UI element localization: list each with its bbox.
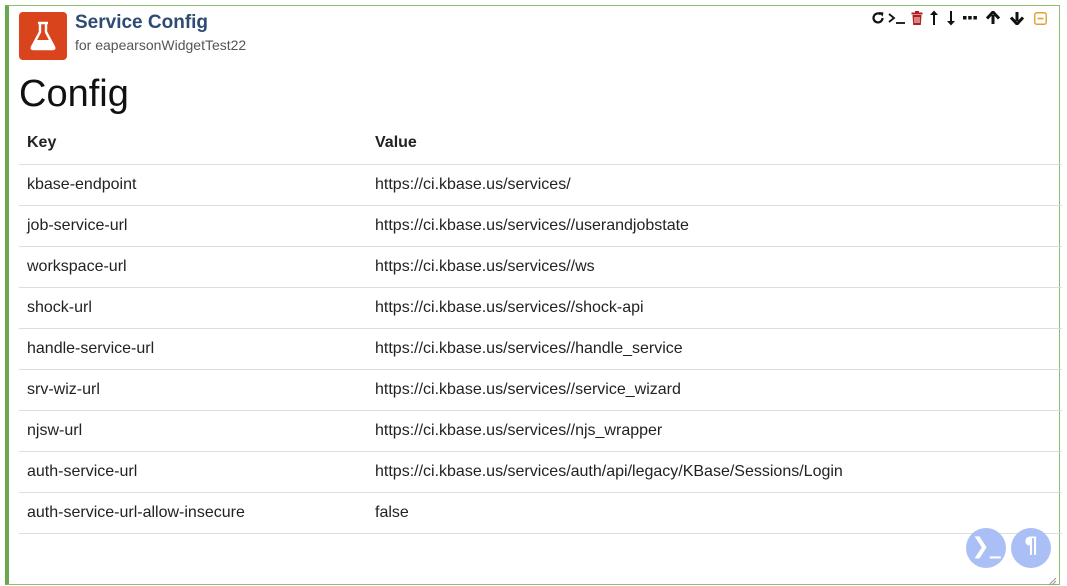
- table-row: job-service-url https://ci.kbase.us/serv…: [19, 205, 1062, 247]
- cell-title: Service Config: [75, 12, 209, 33]
- config-key: shock-url: [19, 287, 367, 329]
- table-row: auth-service-url-allow-insecure false: [19, 492, 1062, 534]
- config-value: https://ci.kbase.us/services//handle_ser…: [367, 328, 1062, 370]
- config-table: Key Value kbase-endpoint https://ci.kbas…: [19, 123, 1062, 534]
- config-key: kbase-endpoint: [19, 164, 367, 206]
- config-key: job-service-url: [19, 205, 367, 247]
- cell-toolbar: [869, 8, 1051, 28]
- config-key: workspace-url: [19, 246, 367, 288]
- table-row: workspace-url https://ci.kbase.us/servic…: [19, 246, 1062, 288]
- more-options-button[interactable]: [959, 8, 981, 28]
- column-header-key: Key: [19, 123, 367, 165]
- app-cell: Service Config for eapearsonWidgetTest22: [5, 5, 1062, 586]
- table-row: shock-url https://ci.kbase.us/services//…: [19, 287, 1062, 329]
- flask-icon: [30, 21, 56, 51]
- ellipsis-icon: [963, 16, 977, 20]
- move-up-icon: [929, 10, 938, 25]
- table-row: srv-wiz-url https://ci.kbase.us/services…: [19, 369, 1062, 411]
- app-icon: [19, 12, 67, 60]
- move-up-button[interactable]: [925, 8, 942, 28]
- config-key: njsw-url: [19, 410, 367, 452]
- config-key: auth-service-url: [19, 451, 367, 493]
- arrow-up-icon: [986, 11, 1000, 24]
- page-title: Config: [19, 73, 129, 115]
- config-value: https://ci.kbase.us/services//shock-api: [367, 287, 1062, 329]
- paragraph-fab-button[interactable]: ¶: [1011, 528, 1051, 568]
- collapse-button[interactable]: [1029, 8, 1051, 28]
- config-value: https://ci.kbase.us/services//ws: [367, 246, 1062, 288]
- config-value: https://ci.kbase.us/services//userandjob…: [367, 205, 1062, 247]
- table-row: njsw-url https://ci.kbase.us/services//n…: [19, 410, 1062, 452]
- table-row: auth-service-url https://ci.kbase.us/ser…: [19, 451, 1062, 493]
- collapse-icon: [1033, 11, 1047, 25]
- terminal-icon: ❯_: [971, 534, 1001, 559]
- config-key: handle-service-url: [19, 328, 367, 370]
- column-header-value: Value: [367, 123, 1062, 165]
- terminal-fab-button[interactable]: ❯_: [966, 528, 1006, 568]
- config-value: https://ci.kbase.us/services/auth/api/le…: [367, 451, 1062, 493]
- move-down-button[interactable]: [942, 8, 959, 28]
- select-cell-above-button[interactable]: [981, 8, 1005, 28]
- delete-button[interactable]: [908, 8, 925, 28]
- arrow-down-icon: [1010, 12, 1024, 25]
- paragraph-icon: ¶: [1024, 534, 1038, 559]
- terminal-icon: [888, 13, 905, 24]
- terminal-button[interactable]: [886, 8, 908, 28]
- config-value: https://ci.kbase.us/services//njs_wrappe…: [367, 410, 1062, 452]
- table-row: handle-service-url https://ci.kbase.us/s…: [19, 328, 1062, 370]
- trash-icon: [911, 11, 922, 25]
- refresh-icon: [871, 12, 884, 24]
- config-value: https://ci.kbase.us/services/: [367, 164, 1062, 206]
- table-row: kbase-endpoint https://ci.kbase.us/servi…: [19, 164, 1062, 206]
- move-down-icon: [946, 11, 955, 26]
- cell-subtitle: for eapearsonWidgetTest22: [75, 37, 247, 53]
- config-value: https://ci.kbase.us/services//service_wi…: [367, 369, 1062, 411]
- table-header-row: Key Value: [19, 123, 1062, 165]
- resize-handle-icon[interactable]: [1047, 576, 1057, 586]
- config-key: auth-service-url-allow-insecure: [19, 492, 367, 534]
- config-value: false: [367, 492, 1062, 534]
- refresh-button[interactable]: [869, 8, 886, 28]
- select-cell-below-button[interactable]: [1005, 8, 1029, 28]
- config-key: srv-wiz-url: [19, 369, 367, 411]
